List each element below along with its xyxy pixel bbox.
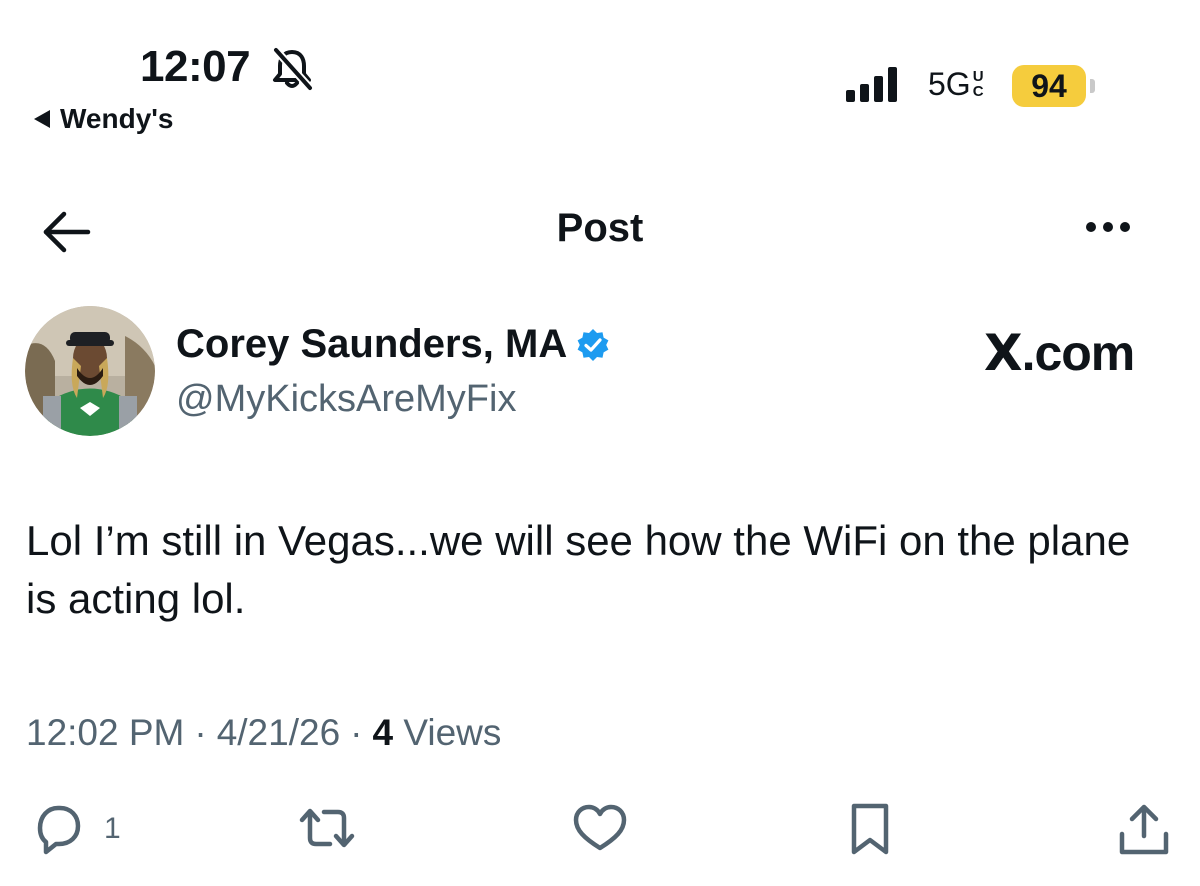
repost-icon[interactable] [296, 800, 358, 856]
meta-separator: · [350, 712, 363, 753]
watermark-text: .com [1021, 325, 1136, 381]
views-count: 4 [372, 712, 394, 753]
signal-strength-icon [846, 66, 897, 102]
network-sup-bottom: C [972, 83, 984, 100]
reply-count: 1 [104, 812, 121, 845]
post-text: Lol I’m still in Vegas...we will see how… [26, 517, 1131, 622]
battery-indicator: 94 [1012, 65, 1086, 107]
back-app-label: Wendy's [60, 103, 174, 134]
author-name: Corey Saunders, MA [176, 322, 568, 366]
network-sup-top: U [972, 68, 984, 85]
back-triangle-icon [34, 110, 50, 128]
x-watermark: X .com [984, 324, 1136, 382]
battery-tip [1090, 79, 1095, 93]
more-icon[interactable] [1086, 222, 1130, 232]
meta-separator: · [194, 712, 207, 753]
bell-slash-icon [273, 47, 313, 91]
post-time[interactable]: 12:02 PM [26, 712, 184, 754]
x-logo-letter: X [984, 324, 1023, 382]
author-name-row[interactable]: Corey Saunders, MA [176, 322, 611, 367]
post-meta: 12:02 PM · 4/21/26 · 4 Views [26, 712, 501, 754]
status-time: 12:07 [140, 42, 251, 91]
network-label: 5G [928, 66, 971, 102]
like-icon[interactable] [570, 800, 630, 856]
bookmark-icon[interactable] [842, 800, 898, 858]
network-indicator: 5G U C [928, 66, 984, 103]
post-date[interactable]: 4/21/26 [217, 712, 340, 754]
back-to-app-link[interactable]: Wendy's [34, 103, 174, 135]
verified-badge-icon [577, 328, 609, 361]
share-icon[interactable] [1114, 800, 1174, 858]
avatar[interactable] [25, 306, 155, 436]
page-title: Post [556, 206, 644, 250]
author-handle[interactable]: @MyKicksAreMyFix [176, 378, 516, 421]
reply-icon[interactable] [26, 800, 86, 856]
views-label: Views [403, 712, 502, 753]
